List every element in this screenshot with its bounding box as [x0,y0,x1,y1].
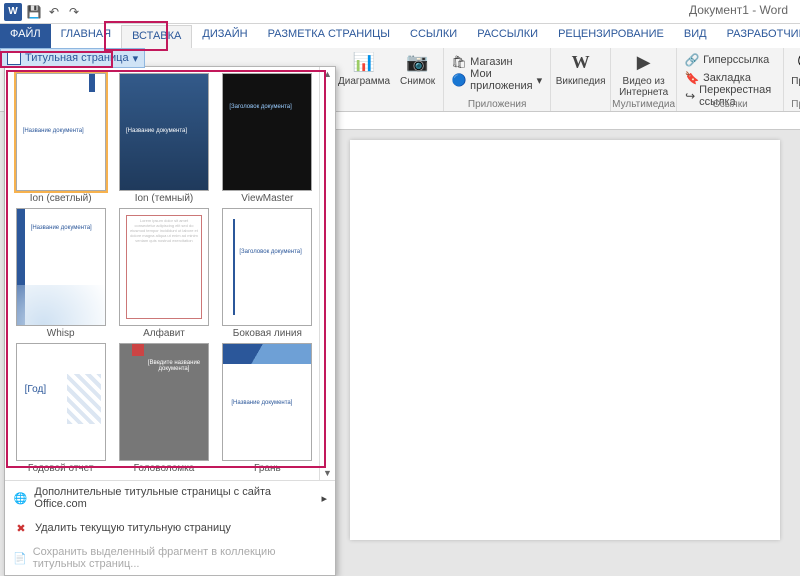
screenshot-button[interactable]: 📷 Снимок [400,50,435,87]
bookmark-label: Закладка [703,72,751,84]
chart-button[interactable]: 📊 Диаграмма [338,50,390,87]
more-from-office-button[interactable]: 🌐 Дополнительные титульные страницы с сай… [5,481,335,515]
group-media: ▶ Видео из Интернета Мультимедиа [611,48,677,111]
cover-page-icon [7,51,21,65]
bookmark-icon: 🔖 [685,71,699,85]
ribbon-tabs: ФАЙЛ ГЛАВНАЯ ВСТАВКА ДИЗАЙН РАЗМЕТКА СТР… [0,24,800,48]
tab-insert[interactable]: ВСТАВКА [121,25,192,49]
tab-layout[interactable]: РАЗМЕТКА СТРАНИЦЫ [258,24,400,48]
chart-icon: 📊 [352,50,376,74]
window-title: Документ1 - Word [689,3,788,17]
gallery-item-annual[interactable]: [Год] Годовой отчет [11,343,110,474]
wikipedia-label: Википедия [556,76,606,87]
video-icon: ▶ [632,50,656,74]
more-office-label: Дополнительные титульные страницы с сайт… [34,486,315,510]
hyperlink-label: Гиперссылка [703,54,769,66]
tab-mailings[interactable]: РАССЫЛКИ [467,24,548,48]
tab-review[interactable]: РЕЦЕНЗИРОВАНИЕ [548,24,674,48]
group-apps: 🛍 Магазин 🔵Мои приложения ▾ Приложения [444,48,551,111]
thumb-placeholder: [Название документа] [126,128,187,134]
thumb-placeholder: [Название документа] [23,128,84,134]
hyperlink-button[interactable]: 🔗 Гиперссылка [685,52,769,68]
gallery-caption: Ion (темный) [114,193,213,204]
store-icon: 🛍 [452,55,466,69]
gallery-item-puzzle[interactable]: [Введите название документа] Головоломка [114,343,213,474]
cover-page-gallery: [Название документа] Ion (светлый) [Назв… [4,66,336,576]
gallery-caption: Whisp [11,328,110,339]
wikipedia-icon: W [569,50,593,74]
scroll-down-icon[interactable]: ▼ [323,468,332,478]
cover-page-button[interactable]: Титульная страница ▾ [0,48,145,68]
thumb-placeholder: [Год] [25,384,46,395]
tab-developer[interactable]: РАЗРАБОТЧИК [717,24,800,48]
save-selection-button: 📄Сохранить выделенный фрагмент в коллекц… [5,541,335,575]
gallery-caption: Алфавит [114,328,213,339]
group-illustrations: 📊 Диаграмма 📷 Снимок [330,48,444,111]
group-label-media: Мультимедиа [611,99,676,110]
qat-undo-icon[interactable]: ↶ [46,4,62,20]
gallery-item-whisp[interactable]: [Название документа] Whisp [11,208,110,339]
hyperlink-icon: 🔗 [685,53,699,67]
remove-icon: ✖ [13,520,29,536]
horizontal-ruler[interactable] [330,112,800,130]
gallery-caption: Грань [218,463,317,474]
online-video-button[interactable]: ▶ Видео из Интернета [619,50,668,98]
gallery-item-ion-light[interactable]: [Название документа] Ion (светлый) [11,73,110,204]
group-label-links: Ссылки [677,99,783,110]
myapps-label: Мои приложения [470,68,532,92]
gallery-caption: Годовой отчет [11,463,110,474]
thumb-placeholder: [Название документа] [31,225,92,231]
gallery-item-facet[interactable]: [Название документа] Грань [218,343,317,474]
remove-cover-button[interactable]: ✖ Удалить текущую титульную страницу [5,515,335,541]
save-selection-icon: 📄 [13,550,27,566]
tab-references[interactable]: ССЫЛКИ [400,24,467,48]
thumb-placeholder: [Заголовок документа] [239,249,301,255]
title-bar: W 💾 ↶ ↷ Документ1 - Word [0,0,800,24]
store-label: Магазин [470,56,512,68]
qat-redo-icon[interactable]: ↷ [66,4,82,20]
thumb-placeholder: [Название документа] [231,400,292,406]
tab-file[interactable]: ФАЙЛ [0,24,51,48]
gallery-caption: Головоломка [114,463,213,474]
group-label-apps: Приложения [444,99,550,110]
chart-label: Диаграмма [338,76,390,87]
tab-view[interactable]: ВИД [674,24,717,48]
app-icon: W [4,3,22,21]
video-label: Видео из Интернета [619,76,668,98]
group-links: 🔗Гиперссылка 🔖Закладка ↪Перекрестная ссы… [677,48,784,111]
gallery-caption: Ion (светлый) [11,193,110,204]
gallery-scrollbar[interactable]: ▲ ▼ [319,67,335,480]
office-icon: 🌐 [13,490,28,506]
chevron-right-icon: ▸ [321,492,327,505]
group-wiki: W Википедия [551,48,611,111]
gallery-item-ion-dark[interactable]: [Название документа] Ion (темный) [114,73,213,204]
comment-button[interactable]: 💬 Примеч [791,50,800,87]
group-label-comments: Примеч [784,99,800,110]
gallery-item-viewmaster[interactable]: [Заголовок документа] ViewMaster [218,73,317,204]
comment-label: Примеч [791,76,800,87]
dropdown-icon: ▾ [133,52,139,65]
gallery-item-alphabet[interactable]: Lorem ipsum dolor sit amet consectetur a… [114,208,213,339]
qat-save-icon[interactable]: 💾 [26,4,42,20]
gallery-caption: Боковая линия [218,328,317,339]
gallery-caption: ViewMaster [218,193,317,204]
group-comments: 💬 Примеч Примеч [784,48,800,111]
thumb-placeholder: [Введите название документа] [140,360,208,372]
scroll-up-icon[interactable]: ▲ [323,69,332,79]
remove-label: Удалить текущую титульную страницу [35,522,231,534]
thumb-placeholder: [Заголовок документа] [229,104,291,110]
tab-design[interactable]: ДИЗАЙН [192,24,257,48]
screenshot-icon: 📷 [406,50,430,74]
gallery-item-sideline[interactable]: [Заголовок документа] Боковая линия [218,208,317,339]
wikipedia-button[interactable]: W Википедия [556,50,606,87]
screenshot-label: Снимок [400,76,435,87]
cover-page-label: Титульная страница [25,52,129,64]
myapps-button[interactable]: 🔵Мои приложения ▾ [452,72,542,88]
document-page[interactable] [350,140,780,540]
apps-icon: 🔵 [452,73,466,87]
tab-home[interactable]: ГЛАВНАЯ [51,24,121,48]
